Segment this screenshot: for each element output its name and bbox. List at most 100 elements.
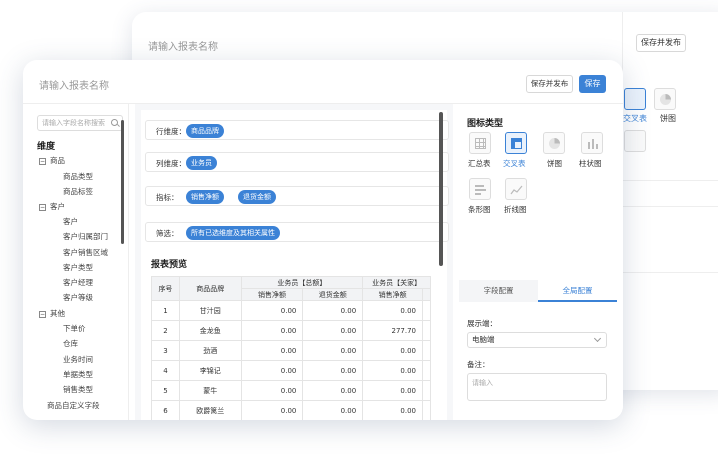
tree-item[interactable]: 销售类型 (63, 384, 93, 395)
col-header-no: 序号 (151, 276, 180, 301)
cell-no: 6 (151, 400, 180, 420)
field-search-input[interactable]: 请输入字段名称搜索 (37, 115, 123, 131)
tree-item[interactable]: 客户 (63, 216, 78, 227)
table-icon[interactable] (469, 132, 491, 154)
tree-item[interactable]: 客户归属部门 (63, 231, 108, 242)
chart-type-label: 饼图 (547, 159, 562, 168)
tree-item[interactable]: 仓库 (63, 338, 78, 349)
table-row: 6 欧爵篱兰 0.00 0.00 0.00 (151, 400, 431, 420)
cell-brand: 李锦记 (178, 360, 242, 381)
bg-line (623, 272, 718, 273)
tree-item[interactable]: 下单价 (63, 323, 86, 334)
tree-item[interactable]: 单据类型 (63, 369, 93, 380)
display-label: 展示端： (467, 319, 497, 328)
col-group-guanjia: 业务员【关家】 (362, 276, 431, 289)
save-button[interactable]: 保存 (579, 75, 606, 93)
tab-global-config[interactable]: 全局配置 (538, 280, 617, 302)
tree-item[interactable]: 客户销售区域 (63, 247, 108, 258)
bg-save-publish-button: 保存并发布 (636, 34, 686, 52)
sidebar-scrollbar[interactable] (121, 120, 124, 244)
col-group-total: 业务员【总额】 (240, 276, 364, 289)
chart-type-label: 条形图 (468, 205, 491, 214)
top-bar: 请输入报表名称 保存并发布 保存 (23, 60, 623, 104)
row-dimension-drop[interactable]: 行维度： 商品品牌 (145, 120, 449, 140)
cell-brand: 金龙鱼 (178, 320, 242, 341)
tree-group-other[interactable]: − 其他 (39, 308, 65, 319)
cell-brand: 欧爵篱兰 (178, 400, 242, 420)
cell-empty (422, 340, 431, 361)
cell-value: 0.00 (302, 360, 364, 381)
collapse-icon[interactable]: − (39, 310, 46, 318)
table-row: 1 甘汁园 0.00 0.00 0.00 (151, 300, 431, 321)
pie-chart-icon[interactable] (543, 132, 565, 154)
tree-group-customer[interactable]: − 客户 (39, 201, 65, 212)
filter-label: 筛选： (156, 229, 179, 238)
tag-product-brand[interactable]: 商品品牌 (186, 124, 224, 138)
tree-group-product[interactable]: − 商品 (39, 155, 65, 166)
tree-item[interactable]: 业务时间 (63, 354, 93, 365)
save-publish-button[interactable]: 保存并发布 (526, 75, 573, 93)
cell-value: 0.00 (302, 340, 364, 361)
tag-return-amount[interactable]: 退货金额 (238, 190, 276, 204)
field-sidebar: 请输入字段名称搜索 维度 − 商品 商品类型 商品标签 − 客户 客户 客户归属部门… (23, 104, 129, 420)
line-chart-icon[interactable] (505, 178, 527, 200)
cell-value: 0.00 (362, 300, 424, 321)
metrics-drop[interactable]: 指标： 销售净额 退货金额 (145, 186, 449, 206)
row-dimension-label: 行维度： (156, 127, 186, 136)
cell-brand: 蒙牛 (178, 380, 242, 401)
tree-item[interactable]: 客户经理 (63, 277, 93, 288)
cell-value: 277.70 (362, 320, 424, 341)
filter-drop[interactable]: 筛选： 所有已选维度及其相关属性 (145, 222, 449, 242)
config-tabs: 字段配置 全局配置 (459, 280, 617, 302)
cell-empty (422, 380, 431, 401)
column-dimension-drop[interactable]: 列维度： 业务员 (145, 152, 449, 172)
chart-type-label: 柱状图 (579, 159, 602, 168)
cell-brand: 甘汁园 (178, 300, 242, 321)
bg-chart-label: 饼图 (660, 114, 676, 123)
center-scrollbar[interactable] (439, 112, 443, 266)
col-header-brand: 商品品牌 (178, 276, 242, 301)
tag-filter-all[interactable]: 所有已选维度及其相关属性 (186, 226, 280, 240)
table-row: 3 劲酒 0.00 0.00 0.00 (151, 340, 431, 361)
column-dimension-label: 列维度： (156, 159, 186, 168)
bar-chart-icon[interactable] (581, 132, 603, 154)
cell-value: 0.00 (240, 360, 304, 381)
tree-item[interactable]: 客户类型 (63, 262, 93, 273)
cross-table-icon[interactable] (505, 132, 527, 154)
cell-no: 3 (151, 340, 180, 361)
cell-no: 1 (151, 300, 180, 321)
cell-empty (422, 300, 431, 321)
tree-group-label: 客户 (50, 202, 65, 211)
col-sub-net: 销售净额 (240, 288, 304, 301)
tag-net-sales[interactable]: 销售净额 (186, 190, 224, 204)
cell-no: 2 (151, 320, 180, 341)
tab-field-config[interactable]: 字段配置 (459, 280, 538, 302)
cell-empty (422, 360, 431, 381)
cell-value: 0.00 (302, 380, 364, 401)
table-row: 5 蒙牛 0.00 0.00 0.00 (151, 380, 431, 401)
bg-line (623, 180, 718, 181)
cell-value: 0.00 (362, 360, 424, 381)
chart-type-label: 汇总表 (468, 159, 491, 168)
tree-group-label: 商品 (50, 156, 65, 165)
center-panel: 行维度： 商品品牌 列维度： 业务员 指标： 销售净额 退货金额 筛选： 所有已… (135, 104, 453, 420)
note-textarea[interactable]: 请输入 (467, 373, 607, 401)
display-select[interactable]: 电脑端 (467, 332, 607, 348)
tag-salesperson[interactable]: 业务员 (186, 156, 217, 170)
tree-item[interactable]: 客户等级 (63, 292, 93, 303)
horizontal-bar-icon[interactable] (469, 178, 491, 200)
report-name-input[interactable]: 请输入报表名称 (39, 77, 109, 92)
cell-value: 0.00 (240, 320, 304, 341)
collapse-icon[interactable]: − (39, 157, 46, 165)
cell-empty (422, 320, 431, 341)
tree-group-custom-field[interactable]: 商品自定义字段 (47, 400, 100, 411)
bg-report-name: 请输入报表名称 (148, 42, 218, 53)
tree-item[interactable]: 商品类型 (63, 171, 93, 182)
collapse-icon[interactable]: − (39, 203, 46, 211)
field-search-placeholder: 请输入字段名称搜索 (42, 119, 105, 127)
cell-empty (422, 400, 431, 420)
cell-value: 0.00 (362, 380, 424, 401)
col-sub-net: 销售净额 (362, 288, 424, 301)
tree-item[interactable]: 商品标签 (63, 186, 93, 197)
search-icon[interactable] (111, 119, 118, 126)
